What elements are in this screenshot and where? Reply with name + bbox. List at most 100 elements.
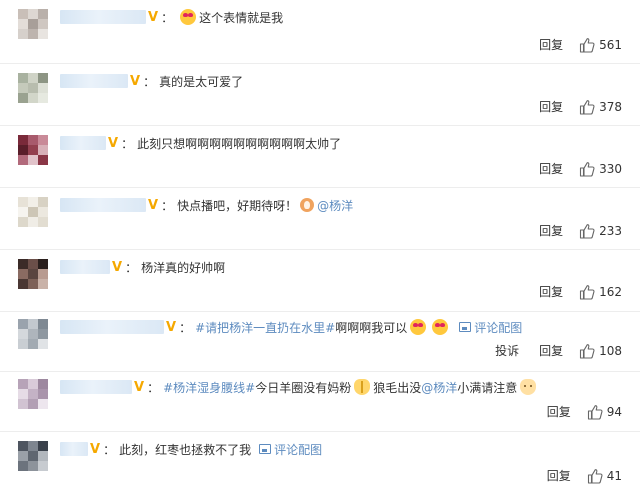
comment-item: V： #请把杨洋一直扔在水里# 啊啊啊我可以 评论配图投诉 回复 108	[0, 312, 640, 372]
thumbs-up-icon	[579, 161, 595, 177]
colon-separator: ：	[179, 320, 192, 335]
like-button[interactable]: 233	[579, 223, 622, 239]
comment-line: V：杨洋真的好帅啊	[60, 258, 225, 276]
like-button[interactable]: 108	[579, 343, 622, 359]
like-button[interactable]: 378	[579, 99, 622, 115]
like-count: 162	[599, 284, 622, 299]
colon-separator: ：	[125, 260, 138, 275]
reply-button[interactable]: 回复	[539, 98, 563, 115]
vip-badge-icon: V	[130, 73, 141, 89]
like-button[interactable]: 41	[587, 468, 622, 484]
mention-link[interactable]: @杨洋	[421, 379, 457, 396]
thumbs-up-icon	[579, 99, 595, 115]
like-button[interactable]: 94	[587, 404, 622, 420]
comment-text: 杨洋真的好帅啊	[141, 260, 226, 275]
like-count: 41	[606, 468, 622, 483]
comment-item: V：快点播吧，好期待呀！ @杨洋 回复 233	[0, 188, 640, 250]
like-count: 330	[599, 161, 622, 176]
comment-item: V：杨洋真的好帅啊回复 162	[0, 250, 640, 312]
reply-button[interactable]: 回复	[539, 342, 563, 359]
colon-separator: ：	[147, 380, 160, 395]
love-eyes-emoji	[180, 9, 197, 25]
comment-text: 真的是太可爱了	[159, 74, 244, 89]
vip-badge-icon: V	[148, 9, 159, 25]
comment-actions: 回复 561	[539, 36, 622, 53]
username-blurred[interactable]	[60, 320, 164, 334]
reply-button[interactable]: 回复	[547, 403, 571, 420]
vip-badge-icon: V	[166, 319, 177, 335]
comment-image-link[interactable]: 评论配图	[274, 441, 322, 458]
comment-text: 今日羊圈没有妈粉	[255, 380, 352, 395]
like-count: 108	[599, 343, 622, 358]
avatar[interactable]	[18, 9, 48, 39]
reply-button[interactable]: 回复	[539, 160, 563, 177]
comment-line: V：快点播吧，好期待呀！ @杨洋	[60, 196, 353, 214]
colon-separator: ：	[161, 10, 174, 25]
thumbs-up-icon	[579, 284, 595, 300]
username-blurred[interactable]	[60, 260, 110, 274]
comment-text: 狼毛出没	[373, 380, 422, 395]
cat-emoji	[520, 379, 537, 395]
like-count: 561	[599, 37, 622, 52]
comment-item: V：此刻，红枣也拯救不了我 评论配图回复 41	[0, 432, 640, 487]
username-blurred[interactable]	[60, 442, 88, 456]
colon-separator: ：	[161, 198, 174, 213]
thumbs-up-icon	[587, 468, 603, 484]
comment-image-link[interactable]: 评论配图	[474, 319, 522, 336]
reply-button[interactable]: 回复	[539, 222, 563, 239]
comment-text: 小满请注意	[457, 380, 518, 395]
vip-badge-icon: V	[134, 379, 145, 395]
like-button[interactable]: 330	[579, 161, 622, 177]
comment-text: 快点播吧，好期待呀！	[177, 198, 298, 213]
avatar[interactable]	[18, 197, 48, 227]
avatar[interactable]	[18, 441, 48, 471]
thumbs-up-icon	[579, 343, 595, 359]
reply-button[interactable]: 回复	[539, 36, 563, 53]
like-button[interactable]: 162	[579, 284, 622, 300]
like-count: 233	[599, 223, 622, 238]
username-blurred[interactable]	[60, 74, 128, 88]
username-blurred[interactable]	[60, 10, 146, 24]
username-blurred[interactable]	[60, 136, 106, 150]
report-button[interactable]: 投诉	[495, 342, 519, 359]
comment-line: V：此刻，红枣也拯救不了我 评论配图	[60, 440, 322, 458]
thumbs-up-icon	[579, 37, 595, 53]
comment-text: 此刻只想啊啊啊啊啊啊啊啊啊啊太帅了	[137, 136, 342, 151]
comment-text: 这个表情就是我	[199, 10, 284, 25]
image-icon[interactable]	[259, 444, 272, 454]
mention-link[interactable]: @杨洋	[317, 197, 353, 214]
comment-actions: 回复 233	[539, 222, 622, 239]
avatar[interactable]	[18, 135, 48, 165]
comment-text: 啊啊啊我可以	[335, 320, 408, 335]
colon-separator: ：	[103, 442, 116, 457]
avatar[interactable]	[18, 379, 48, 409]
comment-actions: 回复 41	[547, 467, 622, 484]
comment-actions: 回复 330	[539, 160, 622, 177]
comment-line: V：此刻只想啊啊啊啊啊啊啊啊啊啊太帅了	[60, 134, 341, 152]
vip-badge-icon: V	[108, 135, 119, 151]
hand-emoji	[300, 198, 315, 212]
love-eyes-emoji	[410, 319, 427, 335]
username-blurred[interactable]	[60, 380, 132, 394]
comment-line: V： #请把杨洋一直扔在水里# 啊啊啊我可以 评论配图	[60, 318, 522, 336]
reply-button[interactable]: 回复	[547, 467, 571, 484]
comment-feed: V：这个表情就是我 回复 561 V：真的是太可爱了 回复 378 V：此刻只想啊啊啊啊啊啊…	[0, 0, 640, 487]
reply-button[interactable]: 回复	[539, 283, 563, 300]
love-eyes-emoji	[432, 319, 449, 335]
topic-link[interactable]: #请把杨洋一直扔在水里#	[195, 319, 335, 336]
avatar[interactable]	[18, 73, 48, 103]
thumbs-up-icon	[587, 404, 603, 420]
like-button[interactable]: 561	[579, 37, 622, 53]
vip-badge-icon: V	[90, 441, 101, 457]
image-icon[interactable]	[459, 322, 472, 332]
like-count: 94	[606, 404, 622, 419]
username-blurred[interactable]	[60, 198, 146, 212]
comment-actions: 回复 378	[539, 98, 622, 115]
comment-line: V： 这个表情就是我	[60, 8, 283, 26]
colon-separator: ：	[121, 136, 134, 151]
avatar[interactable]	[18, 259, 48, 289]
comment-line: V：真的是太可爱了	[60, 72, 243, 90]
avatar[interactable]	[18, 319, 48, 349]
like-count: 378	[599, 99, 622, 114]
topic-link[interactable]: #杨洋湿身腰线#	[163, 379, 255, 396]
